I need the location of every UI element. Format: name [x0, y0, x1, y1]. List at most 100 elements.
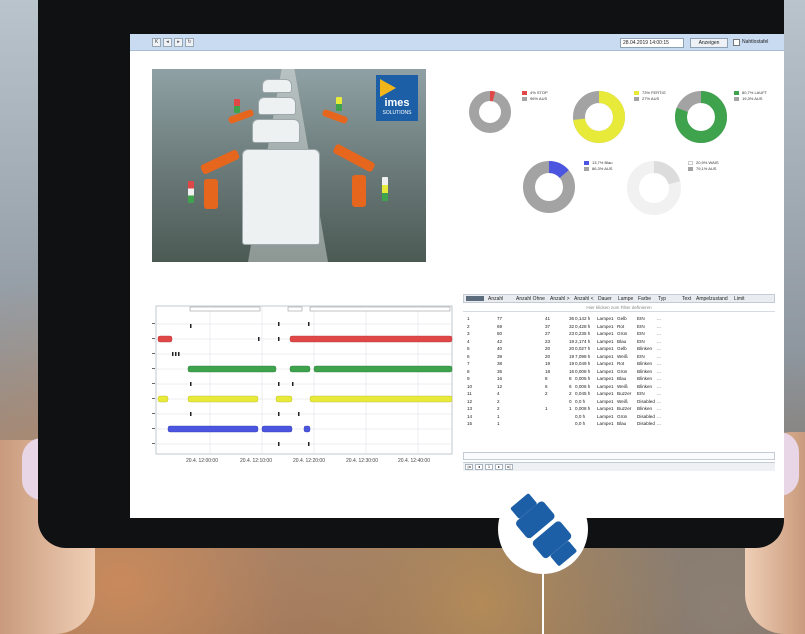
table-row[interactable]: 6 39 20 19 7,098 h Lampe1 Weiß EIN... [463, 353, 775, 360]
horizontal-scrollbar[interactable] [463, 452, 775, 460]
x-tick-label: 20.4. 12:20:00 [293, 458, 325, 464]
table-cell: Blinken [637, 346, 653, 351]
column-header[interactable]: Farbe [638, 296, 651, 302]
table-row[interactable]: 4 42 23 19 2,174 h Lampe1 Blau EIN... [463, 338, 775, 345]
table-row[interactable]: 10 12 6 6 0,006 h Lampe1 Weiß Blinken... [463, 383, 775, 390]
table-cell: 19 [569, 361, 575, 366]
column-header[interactable]: Dauer [598, 296, 612, 302]
pager-next-button[interactable]: ▸ [495, 464, 503, 470]
yellow-state-bar [187, 395, 259, 403]
signal-tower-lamp [234, 99, 240, 113]
x-tick-label: 20.4. 12:10:00 [240, 458, 272, 464]
table-row[interactable]: 12 2 0 0,0 h Lampe1 Weiß Disabled... [463, 398, 775, 405]
table-cell: Weiß [617, 383, 628, 389]
pager-first-button[interactable]: |◂ [465, 464, 473, 470]
table-cell: 1 [569, 406, 572, 411]
x-tick-label: 20.4. 12:30:00 [346, 458, 378, 464]
table-row[interactable]: 9 16 8 8 0,005 h Lampe1 Blau Blinken... [463, 375, 775, 382]
table-row[interactable]: 3 50 27 23 0,235 h Lampe1 Grün EIN... [463, 330, 775, 337]
table-cell: Lampe1 [597, 338, 614, 344]
table-cell: Blinken [637, 376, 653, 381]
table-cell: ... [657, 338, 661, 344]
column-header[interactable]: Anzahl [488, 296, 503, 302]
table-cell: 0,006 h [575, 383, 591, 389]
green-state-bar [289, 365, 311, 373]
first-button[interactable]: K [152, 38, 161, 47]
legend-on-label: 73% FERTIG [642, 90, 666, 95]
table-cell: ... [657, 346, 661, 351]
column-header[interactable]: Typ [658, 296, 666, 302]
seamless-checkbox[interactable] [733, 39, 740, 46]
table-cell: 11 [467, 391, 472, 396]
column-header[interactable]: Anzahl Ohne [516, 296, 545, 302]
robot-arm [227, 108, 255, 125]
show-button[interactable]: Anzeigen [690, 38, 728, 48]
range-scrollbar[interactable] [309, 306, 451, 312]
table-row[interactable]: 1 77 41 36 0,142 h Lampe1 Gelb EIN... [463, 315, 775, 322]
pager-prev-button[interactable]: ◂ [475, 464, 483, 470]
pager-page-field[interactable]: 1 [485, 464, 493, 470]
table-row[interactable]: 5 40 20 20 0,027 h Lampe1 Gelb Blinken... [463, 345, 775, 352]
next-button[interactable]: ▸ [174, 38, 183, 47]
table-cell: 0,008 h [575, 406, 591, 411]
table-cell: Blau [617, 421, 627, 426]
donut-legend-running: 80,7% LAUFT 19,3% AUS [734, 90, 767, 102]
table-row[interactable]: 11 4 2 2 0,045 h Lampe1 Buzzer EIN... [463, 390, 775, 397]
table-cell: ... [657, 413, 661, 419]
datetime-input[interactable]: 28.04.2019 14:00:15 [620, 38, 684, 48]
table-cell: 2,174 h [575, 338, 591, 344]
table-cell: 50 [497, 331, 503, 336]
table-row[interactable]: 15 1 0,0 h Lampe1 Blau Disabled... [463, 420, 775, 427]
table-cell: 0,0 h [575, 413, 586, 419]
table-cell: 12 [467, 398, 473, 404]
table-cell: Lampe1 [597, 383, 614, 389]
table-cell: Grün [617, 331, 628, 336]
table-cell: 1 [545, 406, 548, 411]
table-cell: 27 [545, 331, 551, 336]
table-cell: 32 [569, 323, 575, 329]
column-header[interactable]: Ampelzustand [696, 296, 728, 302]
green-state-bar [187, 365, 277, 373]
column-header[interactable]: Anzahl > [550, 296, 570, 302]
filter-row[interactable]: Hier klicken zum Filter definieren [463, 304, 775, 312]
column-header[interactable]: Text [682, 296, 691, 302]
column-header[interactable]: Anzahl < [574, 296, 594, 302]
table-cell: Lampe1 [597, 368, 614, 374]
range-scrollbar-thumb[interactable] [287, 306, 303, 312]
range-scrollbar[interactable] [189, 306, 261, 312]
previous-button[interactable]: ◂ [163, 38, 172, 47]
table-cell: ... [657, 406, 661, 411]
imes-logo: imes SOLUTIONS [376, 75, 418, 121]
table-cell: Disabled [637, 398, 655, 404]
statistics-table: Anzahl Anzahl Ohne Anzahl > Anzahl < Dau… [463, 294, 775, 471]
pager-last-button[interactable]: ▸| [505, 464, 513, 470]
table-row[interactable]: 13 2 1 1 0,008 h Lampe1 Buzzer Blinken... [463, 405, 775, 412]
refresh-button[interactable]: ↻ [185, 38, 194, 47]
donut-legend-white: 20,9% WAIS 79,1% AUS [688, 160, 719, 172]
table-cell: Lampe1 [597, 398, 614, 404]
table-cell: 0 [569, 398, 572, 404]
x-tick-label: 20.4. 12:40:00 [398, 458, 430, 464]
table-row[interactable]: 2 69 37 32 0,428 h Lampe1 Rot EIN... [463, 323, 775, 330]
robot-base [204, 179, 218, 209]
table-cell: 6 [569, 383, 572, 389]
table-cell: 2 [569, 391, 572, 396]
table-row[interactable]: 8 35 18 16 0,008 h Lampe1 Grün Blinken... [463, 368, 775, 375]
table-cell: ... [657, 398, 661, 404]
column-header[interactable]: Lampe [618, 296, 633, 302]
table-cell: 38 [497, 361, 503, 366]
table-cell: 12 [497, 383, 503, 389]
column-header[interactable]: Limit [734, 296, 745, 302]
table-cell: 35 [497, 368, 503, 374]
table-cell: 20 [569, 346, 575, 351]
column-selector-icon[interactable] [466, 296, 484, 301]
table-cell: EIN [637, 353, 645, 359]
blue-state-bar [167, 425, 259, 433]
table-cell: 19 [569, 353, 575, 359]
robot-arm [321, 108, 349, 125]
table-row[interactable]: 7 38 19 19 0,049 h Lampe1 Rot Blinken... [463, 360, 775, 367]
table-row[interactable]: 14 1 0,0 h Lampe1 Grün Disabled... [463, 413, 775, 420]
table-cell: 0,008 h [575, 368, 591, 374]
app-screen: K ◂ ▸ ↻ 28.04.2019 14:00:15 Anzeigen Nah… [130, 34, 784, 518]
table-cell: Lampe1 [597, 346, 614, 351]
